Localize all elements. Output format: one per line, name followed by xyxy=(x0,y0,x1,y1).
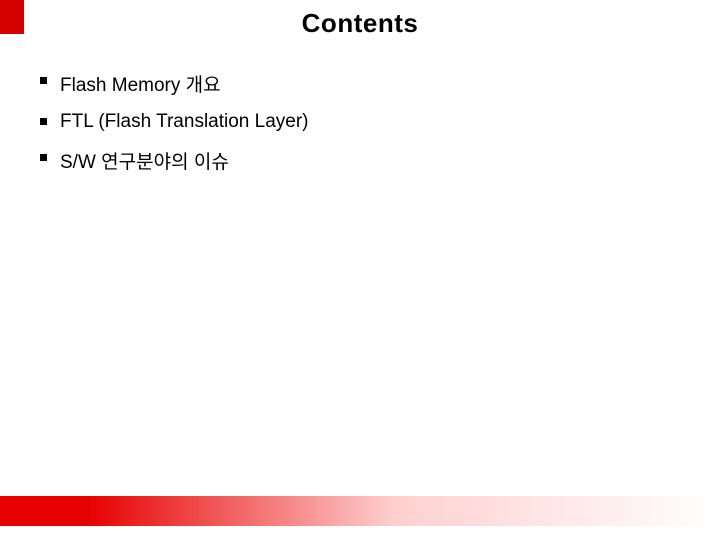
list-item-text: FTL (Flash Translation Layer) xyxy=(60,111,309,132)
list-item: S/W 연구분야의 이슈 xyxy=(40,147,309,174)
bottom-accent-bar xyxy=(0,496,720,526)
list-item-text: Flash Memory 개요 xyxy=(60,75,221,96)
slide-title: Contents xyxy=(0,8,720,39)
list-item: Flash Memory 개요 xyxy=(40,70,309,97)
list-item-text: S/W 연구분야의 이슈 xyxy=(60,152,229,173)
content-list: Flash Memory 개요 FTL (Flash Translation L… xyxy=(40,70,309,188)
list-item: FTL (Flash Translation Layer) xyxy=(40,111,309,133)
